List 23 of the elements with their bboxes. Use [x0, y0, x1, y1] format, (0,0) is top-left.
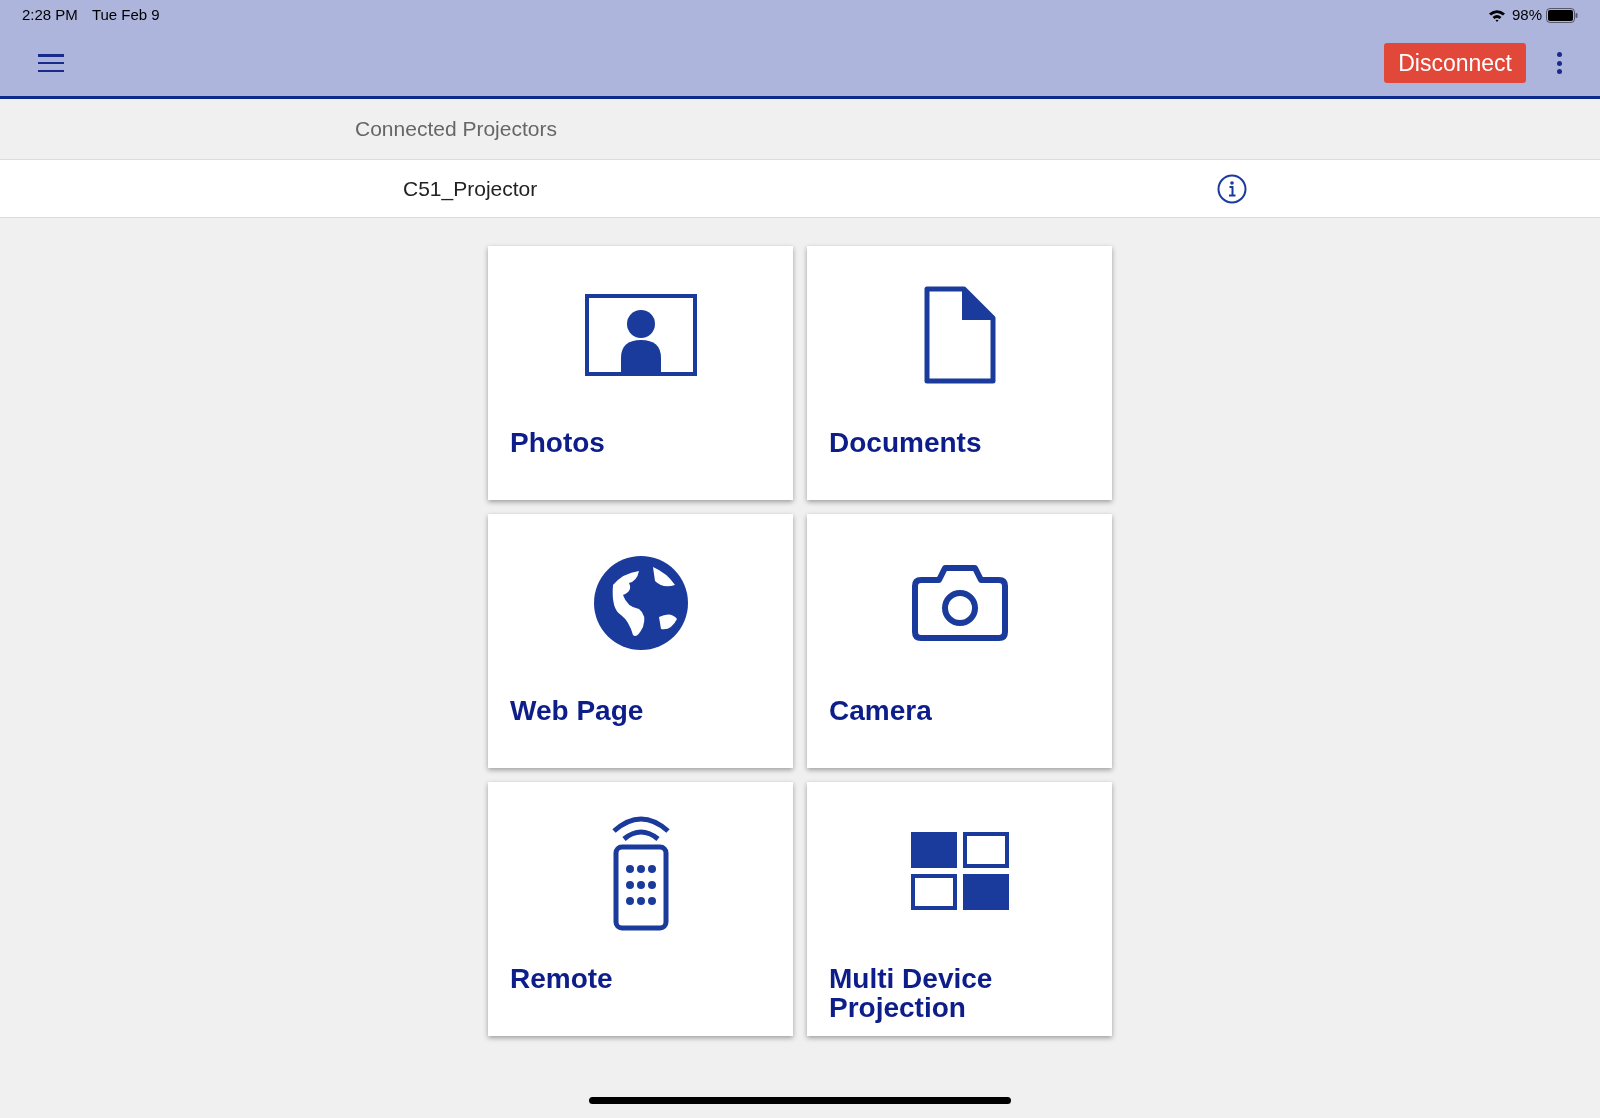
disconnect-button[interactable]: Disconnect — [1384, 43, 1526, 83]
projector-name: C51_Projector — [403, 175, 538, 203]
globe-icon — [592, 555, 689, 651]
feature-tile[interactable]: Camera — [807, 514, 1112, 768]
window-grid-icon — [909, 831, 1010, 911]
status-date: Tue Feb 9 — [91, 4, 160, 25]
feature-tile[interactable]: Multi Device Projection — [807, 782, 1112, 1036]
battery-icon — [1546, 7, 1578, 23]
feature-tile[interactable]: Remote — [488, 782, 793, 1036]
wifi-icon — [1487, 8, 1506, 22]
photo-frame-icon — [584, 294, 697, 376]
feature-tile[interactable]: Photos — [488, 246, 793, 500]
document-icon — [923, 286, 996, 384]
camera-icon — [910, 564, 1009, 642]
info-icon[interactable] — [1217, 173, 1248, 204]
battery-percent: 98% — [1511, 4, 1542, 25]
section-title: Connected Projectors — [355, 116, 557, 143]
status-time: 2:28 PM — [22, 4, 78, 25]
feature-tile[interactable]: Web Page — [488, 514, 793, 768]
menu-icon[interactable] — [38, 53, 64, 73]
more-options-icon[interactable] — [1556, 52, 1562, 74]
projector-row[interactable]: C51_Projector — [0, 160, 1600, 218]
feature-tile[interactable]: Documents — [807, 246, 1112, 500]
